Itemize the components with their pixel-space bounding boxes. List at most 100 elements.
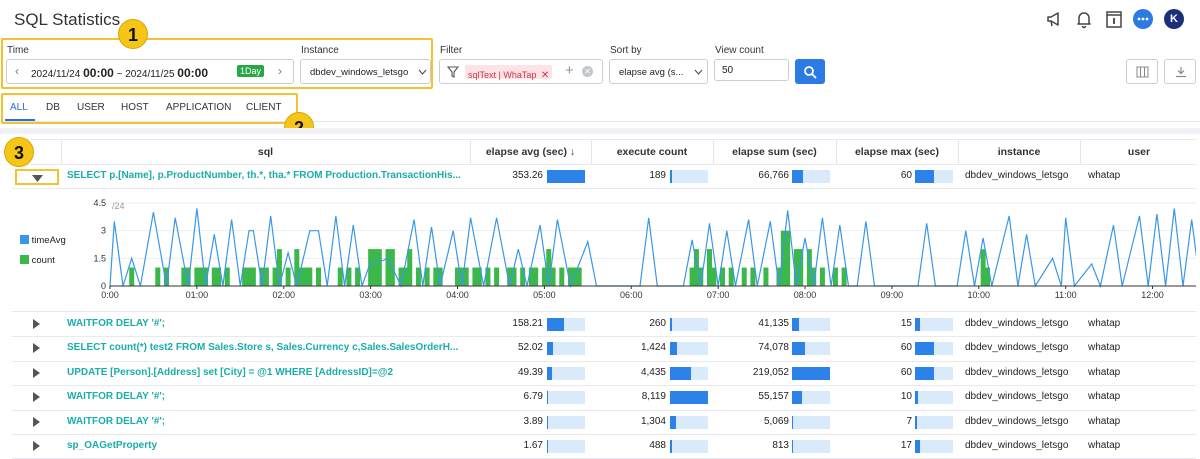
count-bar [494, 267, 500, 286]
tab-all[interactable]: ALL [10, 102, 28, 113]
info-book-icon[interactable] [1104, 9, 1124, 29]
time-range-picker[interactable]: ‹ 2024/11/24 00:00 ~ 2024/11/25 00:00 1D… [6, 59, 294, 84]
download-button[interactable] [1164, 59, 1196, 84]
time-start-hm: 00:00 [83, 66, 114, 80]
day-badge[interactable]: 1Day [237, 65, 265, 77]
sql-text[interactable]: UPDATE [Person].[Address] set [City] = @… [67, 367, 467, 378]
elapse-sum: 74,078 [758, 342, 789, 354]
col-header-elapse-max[interactable]: elapse max (sec) [836, 146, 958, 158]
view-count-input[interactable]: 50 [714, 59, 789, 81]
avatar[interactable]: K [1164, 9, 1184, 29]
elapse-max-bar-fill [915, 391, 919, 405]
caret-right-icon[interactable] [33, 343, 40, 354]
tab-db[interactable]: DB [46, 102, 60, 113]
view-count-value: 50 [722, 65, 734, 76]
count-bar [376, 249, 382, 286]
count-bar [246, 267, 252, 286]
collapse-toggle[interactable] [15, 169, 59, 185]
sql-text[interactable]: SELECT p.[Name], p.ProductNumber, th.*, … [67, 170, 467, 181]
count-bar [407, 249, 413, 286]
user-cell: whatap [1088, 342, 1121, 354]
chevron-right-icon[interactable]: › [278, 64, 282, 78]
filter-input[interactable]: sqlText | WhaTap ✕ + ✕ [439, 59, 603, 84]
col-header-sql[interactable]: sql [61, 146, 470, 158]
page-title: SQL Statistics [14, 10, 121, 29]
tab-host[interactable]: HOST [121, 102, 149, 113]
instance-cell: dbdev_windows_letsgo [965, 318, 1069, 329]
tab-user[interactable]: USER [77, 102, 105, 113]
count-bar [285, 267, 291, 286]
plus-icon[interactable]: + [565, 62, 574, 79]
elapse-avg: 158.21 [512, 318, 543, 329]
tab-application[interactable]: APPLICATION [166, 102, 231, 113]
time-range-text: 2024/11/24 00:00 ~ 2024/11/25 00:00 [31, 66, 208, 80]
col-header-instance[interactable]: instance [958, 146, 1080, 158]
sort-select[interactable]: elapse avg (s... [609, 59, 708, 84]
elapse-avg-bar-fill [547, 318, 565, 331]
sql-text[interactable]: WAITFOR DELAY '#'; [67, 416, 467, 427]
count-bar [316, 267, 322, 286]
execute-count-bar [670, 318, 708, 331]
elapse-max: 60 [900, 170, 912, 181]
count-bar [528, 267, 534, 286]
y-tick-label: 3 [101, 226, 106, 236]
execute-count: 4,435 [640, 366, 666, 378]
elapse-max-bar-fill [915, 318, 920, 331]
chat-icon[interactable] [1132, 8, 1154, 30]
sql-text[interactable]: WAITFOR DELAY '#'; [67, 391, 467, 402]
x-tick-label: 11:00 [1055, 290, 1077, 300]
instance-cell: dbdev_windows_letsgo [965, 415, 1069, 427]
legend-timeavg[interactable]: timeAvg [20, 235, 66, 246]
elapse-sum-bar [792, 391, 830, 405]
tag-close-icon[interactable]: ✕ [541, 70, 549, 81]
count-bar [198, 267, 204, 286]
col-header-elapse-avg[interactable]: elapse avg (sec) ↓ [470, 146, 591, 158]
execute-count-bar-fill [670, 391, 708, 405]
column-settings-button[interactable] [1126, 59, 1158, 84]
count-bar [559, 267, 565, 286]
tab-client[interactable]: CLIENT [246, 102, 282, 113]
columns-icon [1136, 66, 1149, 78]
execute-count-bar-fill [670, 342, 677, 356]
time-label: Time [7, 45, 29, 56]
megaphone-icon[interactable] [1045, 9, 1065, 29]
elapse-avg-bar-fill [547, 415, 548, 429]
elapse-avg-bar [547, 415, 585, 429]
count-bar [819, 267, 825, 286]
y-tick-label: 4.5 [93, 198, 106, 208]
bell-icon[interactable] [1074, 9, 1094, 29]
caret-right-icon[interactable] [33, 392, 40, 403]
elapse-sum: 813 [772, 440, 789, 451]
instance-cell: dbdev_windows_letsgo [965, 440, 1069, 451]
execute-count: 189 [649, 170, 666, 181]
sql-text[interactable]: WAITFOR DELAY '#'; [67, 318, 467, 329]
col-header-elapse-sum[interactable]: elapse sum (sec) [713, 146, 836, 158]
instance-cell: dbdev_windows_letsgo [965, 170, 1069, 181]
col-header-user[interactable]: user [1080, 146, 1198, 158]
instance-select[interactable]: dbdev_windows_letsgo [300, 59, 431, 84]
user-cell: whatap [1088, 391, 1121, 403]
sql-text[interactable]: sp_OAGetProperty [67, 440, 467, 451]
count-bar [472, 267, 478, 286]
clear-icon[interactable]: ✕ [582, 66, 593, 77]
x-tick-label: 03:00 [359, 290, 382, 300]
execute-count-bar-fill [670, 415, 677, 429]
count-bar [129, 267, 135, 286]
execute-count: 1,424 [640, 342, 666, 354]
search-button[interactable] [795, 59, 825, 84]
chevron-left-icon[interactable]: ‹ [15, 64, 19, 78]
execute-count-bar-fill [670, 366, 691, 380]
time-sep: ~ [116, 69, 123, 80]
legend-count[interactable]: count [20, 255, 55, 266]
caret-right-icon[interactable] [33, 319, 40, 329]
instance-cell: dbdev_windows_letsgo [965, 366, 1069, 378]
sql-text[interactable]: SELECT count(*) test2 FROM Sales.Store s… [67, 342, 467, 353]
col-header-execute-count[interactable]: execute count [591, 146, 713, 158]
chevron-down-icon [694, 69, 703, 75]
filter-tag[interactable]: sqlText | WhaTap ✕ [465, 65, 553, 81]
elapse-max-bar [915, 366, 953, 380]
caret-right-icon[interactable] [33, 416, 40, 427]
caret-right-icon[interactable] [33, 367, 40, 378]
x-tick-label: 02:00 [272, 290, 295, 300]
caret-right-icon[interactable] [33, 441, 40, 451]
